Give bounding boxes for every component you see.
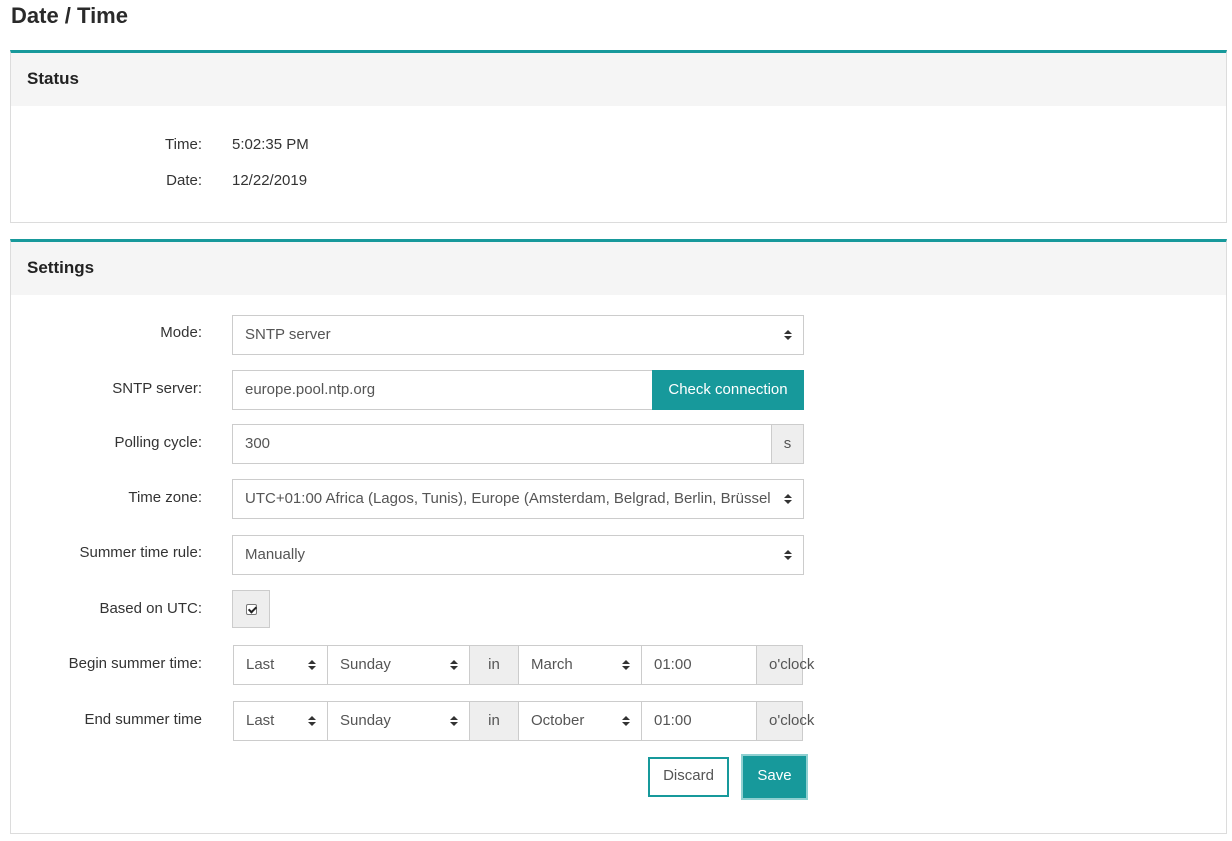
end-day-select[interactable]: Sunday bbox=[327, 701, 470, 741]
polling-cycle-value: 300 bbox=[245, 435, 271, 452]
end-month-select[interactable]: October bbox=[518, 701, 642, 741]
settings-heading: Settings bbox=[11, 242, 1226, 295]
discard-button[interactable]: Discard bbox=[648, 757, 729, 797]
end-oclock-addon: o'clock bbox=[756, 701, 814, 741]
sort-caret-icon bbox=[783, 536, 793, 574]
end-week-value: Last bbox=[246, 712, 275, 729]
end-week-select[interactable]: Last bbox=[233, 701, 328, 741]
summer-time-rule-value: Manually bbox=[245, 546, 306, 563]
begin-in-addon: in bbox=[469, 645, 519, 685]
save-button[interactable]: Save bbox=[743, 756, 806, 798]
begin-day-value: Sunday bbox=[340, 656, 391, 673]
polling-unit-addon: s bbox=[771, 424, 804, 464]
based-on-utc-checkbox[interactable] bbox=[232, 590, 270, 628]
begin-day-select[interactable]: Sunday bbox=[327, 645, 470, 685]
begin-oclock-addon: o'clock bbox=[756, 645, 814, 685]
check-connection-button[interactable]: Check connection bbox=[652, 370, 804, 410]
sntp-server-value: europe.pool.ntp.org bbox=[245, 381, 376, 398]
mode-select[interactable]: SNTP server bbox=[232, 315, 804, 355]
sntp-server-label: SNTP server: bbox=[112, 380, 202, 397]
mode-value: SNTP server bbox=[245, 326, 331, 343]
based-on-utc-label: Based on UTC: bbox=[99, 600, 202, 617]
sort-caret-icon bbox=[307, 702, 317, 740]
sort-caret-icon bbox=[621, 702, 631, 740]
begin-month-value: March bbox=[531, 656, 573, 673]
end-day-value: Sunday bbox=[340, 712, 391, 729]
sort-caret-icon bbox=[621, 646, 631, 684]
sort-caret-icon bbox=[449, 646, 459, 684]
time-zone-value: UTC+01:00 Africa (Lagos, Tunis), Europe … bbox=[245, 490, 771, 507]
polling-cycle-label: Polling cycle: bbox=[114, 434, 202, 451]
sort-caret-icon bbox=[783, 480, 793, 518]
date-label: Date: bbox=[166, 172, 202, 189]
time-value: 5:02:35 PM bbox=[232, 136, 309, 153]
time-zone-select[interactable]: UTC+01:00 Africa (Lagos, Tunis), Europe … bbox=[232, 479, 804, 519]
time-label: Time: bbox=[165, 136, 202, 153]
sort-caret-icon bbox=[783, 316, 793, 354]
begin-time-input[interactable]: 01:00 bbox=[641, 645, 757, 685]
mode-label: Mode: bbox=[160, 324, 202, 341]
time-zone-label: Time zone: bbox=[128, 489, 202, 506]
begin-month-select[interactable]: March bbox=[518, 645, 642, 685]
sntp-server-input[interactable]: europe.pool.ntp.org bbox=[232, 370, 653, 410]
summer-time-rule-label: Summer time rule: bbox=[79, 544, 202, 561]
summer-time-rule-select[interactable]: Manually bbox=[232, 535, 804, 575]
end-time-value: 01:00 bbox=[654, 712, 692, 729]
end-month-value: October bbox=[531, 712, 585, 729]
end-in-addon: in bbox=[469, 701, 519, 741]
begin-time-value: 01:00 bbox=[654, 656, 692, 673]
polling-cycle-input[interactable]: 300 bbox=[232, 424, 773, 464]
end-summer-time-label: End summer time bbox=[84, 711, 202, 728]
begin-week-select[interactable]: Last bbox=[233, 645, 328, 685]
checkmark-icon bbox=[246, 604, 257, 615]
end-time-input[interactable]: 01:00 bbox=[641, 701, 757, 741]
page-title: Date / Time bbox=[11, 3, 128, 28]
sort-caret-icon bbox=[307, 646, 317, 684]
date-value: 12/22/2019 bbox=[232, 172, 308, 189]
begin-summer-time-label: Begin summer time: bbox=[68, 655, 202, 672]
begin-week-value: Last bbox=[246, 656, 275, 673]
status-heading: Status bbox=[11, 53, 1226, 106]
sort-caret-icon bbox=[449, 702, 459, 740]
